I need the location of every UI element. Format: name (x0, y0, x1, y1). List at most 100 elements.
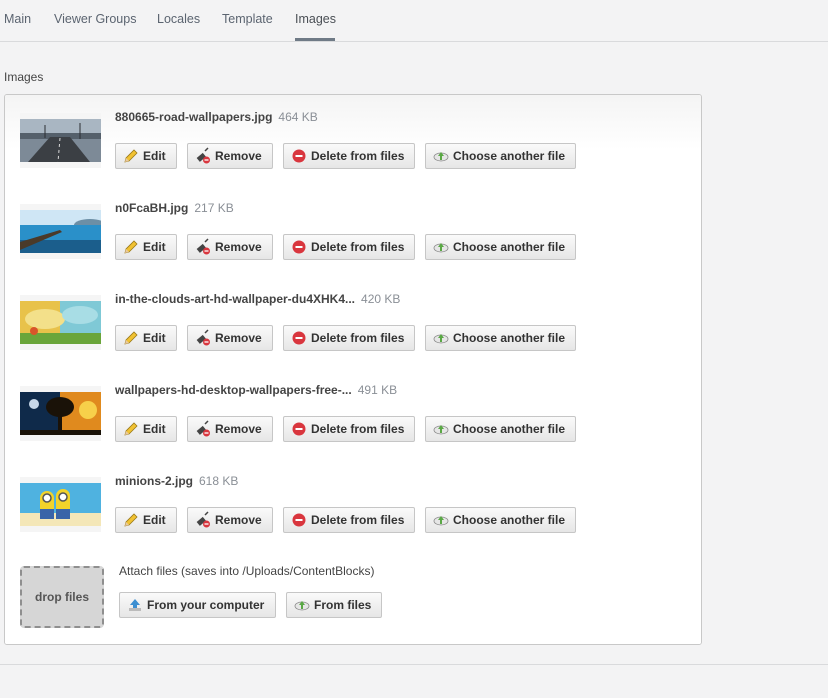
tab-bar: Main Viewer Groups Locales Template Imag… (0, 0, 828, 42)
unplug-icon (196, 147, 210, 164)
edit-button[interactable]: Edit (115, 143, 177, 169)
road-thumbnail[interactable] (20, 113, 101, 168)
edit-button[interactable]: Edit (115, 234, 177, 260)
unplug-icon (196, 511, 210, 528)
image-row: wallpapers-hd-desktop-wallpapers-free-..… (5, 368, 701, 460)
delete-label: Delete from files (311, 331, 405, 345)
delete-label: Delete from files (311, 513, 405, 527)
attach-files-row: drop files Attach files (saves into /Upl… (5, 550, 701, 644)
delete-icon (292, 331, 306, 345)
edit-label: Edit (143, 513, 166, 527)
drop-zone-label: drop files (34, 590, 89, 604)
choose-another-file-button[interactable]: Choose another file (425, 416, 576, 442)
pencil-icon (124, 513, 138, 527)
active-tab-indicator (295, 38, 335, 41)
delete-from-files-button[interactable]: Delete from files (283, 507, 415, 533)
remove-button[interactable]: Remove (187, 325, 273, 351)
cloud-icon (433, 152, 449, 162)
file-name: 880665-road-wallpapers.jpg 464 KB (115, 110, 318, 124)
choose-another-file-button[interactable]: Choose another file (425, 325, 576, 351)
choose-label: Choose another file (453, 240, 566, 254)
from-files-button[interactable]: From files (286, 592, 382, 618)
edit-button[interactable]: Edit (115, 325, 177, 351)
pencil-icon (124, 422, 138, 436)
file-name: minions-2.jpg 618 KB (115, 474, 238, 488)
choose-another-file-button[interactable]: Choose another file (425, 234, 576, 260)
delete-label: Delete from files (311, 149, 405, 163)
tab-images[interactable]: Images (295, 12, 336, 26)
file-name: n0FcaBH.jpg 217 KB (115, 201, 234, 215)
pencil-icon (124, 149, 138, 163)
unplug-icon (196, 329, 210, 346)
tab-template[interactable]: Template (222, 12, 273, 26)
file-size: 491 KB (357, 383, 398, 397)
cloud-icon (433, 425, 449, 435)
delete-from-files-button[interactable]: Delete from files (283, 416, 415, 442)
from-computer-button[interactable]: From your computer (119, 592, 276, 618)
choose-another-file-button[interactable]: Choose another file (425, 143, 576, 169)
edit-label: Edit (143, 422, 166, 436)
edit-button[interactable]: Edit (115, 416, 177, 442)
remove-button[interactable]: Remove (187, 143, 273, 169)
pier-thumbnail[interactable] (20, 204, 101, 259)
remove-label: Remove (215, 149, 262, 163)
delete-icon (292, 513, 306, 527)
delete-from-files-button[interactable]: Delete from files (283, 325, 415, 351)
minions-thumbnail[interactable] (20, 477, 101, 532)
edit-label: Edit (143, 149, 166, 163)
file-name: wallpapers-hd-desktop-wallpapers-free-..… (115, 383, 397, 397)
cloud-icon (294, 601, 310, 611)
remove-button[interactable]: Remove (187, 234, 273, 260)
pencil-icon (124, 331, 138, 345)
remove-button[interactable]: Remove (187, 416, 273, 442)
cloud-icon (433, 334, 449, 344)
file-size: 420 KB (361, 292, 401, 306)
file-size: 464 KB (278, 110, 318, 124)
choose-label: Choose another file (453, 149, 566, 163)
remove-label: Remove (215, 513, 262, 527)
file-name-text: wallpapers-hd-desktop-wallpapers-free-..… (115, 383, 352, 397)
image-row: minions-2.jpg 618 KB Edit Remove Delete f… (5, 459, 701, 551)
cloud-icon (433, 243, 449, 253)
drop-zone[interactable]: drop files (20, 566, 104, 628)
remove-label: Remove (215, 240, 262, 254)
choose-label: Choose another file (453, 331, 566, 345)
file-size: 618 KB (199, 474, 239, 488)
edit-label: Edit (143, 240, 166, 254)
image-row: in-the-clouds-art-hd-wallpaper-du4XHK4..… (5, 277, 701, 369)
file-name-text: n0FcaBH.jpg (115, 201, 189, 215)
delete-label: Delete from files (311, 240, 405, 254)
tab-viewer-groups[interactable]: Viewer Groups (54, 12, 136, 26)
file-name-text: 880665-road-wallpapers.jpg (115, 110, 273, 124)
choose-label: Choose another file (453, 513, 566, 527)
tab-locales[interactable]: Locales (157, 12, 200, 26)
file-name: in-the-clouds-art-hd-wallpaper-du4XHK4..… (115, 292, 400, 306)
unplug-icon (196, 420, 210, 437)
delete-icon (292, 149, 306, 163)
tree-sunset-thumbnail[interactable] (20, 386, 101, 441)
delete-label: Delete from files (311, 422, 405, 436)
delete-icon (292, 422, 306, 436)
from-files-label: From files (314, 598, 372, 612)
edit-label: Edit (143, 331, 166, 345)
remove-button[interactable]: Remove (187, 507, 273, 533)
section-title: Images (4, 70, 44, 84)
delete-from-files-button[interactable]: Delete from files (283, 234, 415, 260)
delete-icon (292, 240, 306, 254)
from-computer-label: From your computer (147, 598, 265, 612)
remove-label: Remove (215, 331, 262, 345)
file-name-text: in-the-clouds-art-hd-wallpaper-du4XHK4..… (115, 292, 356, 306)
tab-main[interactable]: Main (4, 12, 31, 26)
upload-icon (129, 599, 141, 611)
remove-label: Remove (215, 422, 262, 436)
divider (0, 664, 828, 665)
attach-label: Attach files (saves into /Uploads/Conten… (119, 564, 375, 578)
choose-label: Choose another file (453, 422, 566, 436)
choose-another-file-button[interactable]: Choose another file (425, 507, 576, 533)
image-row: 880665-road-wallpapers.jpg 464 KB Edit Re… (5, 95, 701, 187)
delete-from-files-button[interactable]: Delete from files (283, 143, 415, 169)
images-panel: 880665-road-wallpapers.jpg 464 KB Edit Re… (4, 94, 702, 645)
clouds-art-thumbnail[interactable] (20, 295, 101, 350)
image-row: n0FcaBH.jpg 217 KB Edit Remove Delete fro… (5, 186, 701, 278)
edit-button[interactable]: Edit (115, 507, 177, 533)
